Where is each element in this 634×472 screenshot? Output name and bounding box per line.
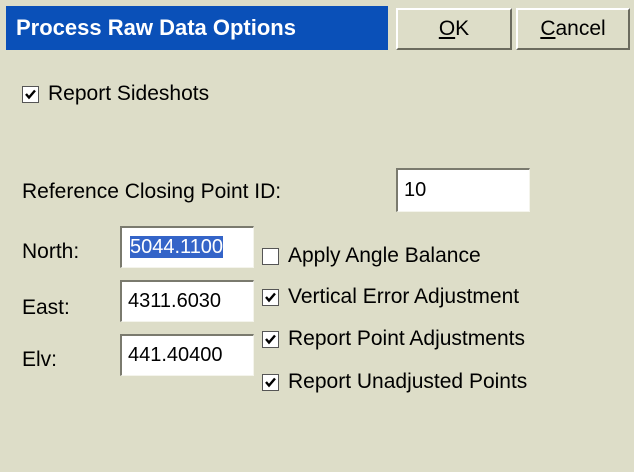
elv-value: 441.40400 (128, 344, 223, 366)
ok-label-rest: K (455, 17, 470, 40)
report-sideshots-checkbox[interactable] (22, 86, 39, 103)
report-unadjusted-points-label: Report Unadjusted Points (288, 370, 528, 393)
report-sideshots-label: Report Sideshots (48, 82, 210, 105)
report-point-adjustments-label: Report Point Adjustments (288, 327, 525, 350)
checkmark-icon (265, 377, 276, 388)
dialog-titlebar: Process Raw Data Options OK Cancel (0, 0, 634, 50)
closing-point-value: 10 (404, 179, 427, 201)
checkmark-icon (265, 334, 276, 345)
elv-input[interactable]: 441.40400 (120, 334, 254, 376)
east-input[interactable]: 4311.6030 (120, 280, 254, 322)
cancel-label-rest: ancel (555, 17, 606, 40)
north-label: North: (22, 240, 80, 263)
report-unadjusted-points-checkbox[interactable] (262, 374, 279, 391)
report-point-adjustments-checkbox[interactable] (262, 331, 279, 348)
ok-button[interactable]: OK (396, 8, 512, 50)
dialog-title: Process Raw Data Options (6, 6, 388, 50)
closing-point-input[interactable]: 10 (396, 168, 530, 212)
checkmark-icon (25, 89, 36, 100)
ok-mnemonic: O (438, 17, 456, 40)
north-value: 5044.1100 (130, 236, 224, 258)
north-input[interactable]: 5044.1100 (120, 226, 254, 268)
checkmark-icon (265, 292, 276, 303)
vertical-error-adjustment-label: Vertical Error Adjustment (288, 285, 520, 308)
cancel-mnemonic: C (540, 17, 556, 40)
closing-point-label: Reference Closing Point ID: (22, 180, 282, 203)
vertical-error-adjustment-checkbox[interactable] (262, 289, 279, 306)
cancel-button[interactable]: Cancel (516, 8, 630, 50)
elv-label: Elv: (22, 348, 58, 371)
apply-angle-balance-label: Apply Angle Balance (288, 244, 481, 267)
east-value: 4311.6030 (128, 290, 222, 312)
apply-angle-balance-checkbox[interactable] (262, 248, 279, 265)
east-label: East: (22, 296, 70, 319)
